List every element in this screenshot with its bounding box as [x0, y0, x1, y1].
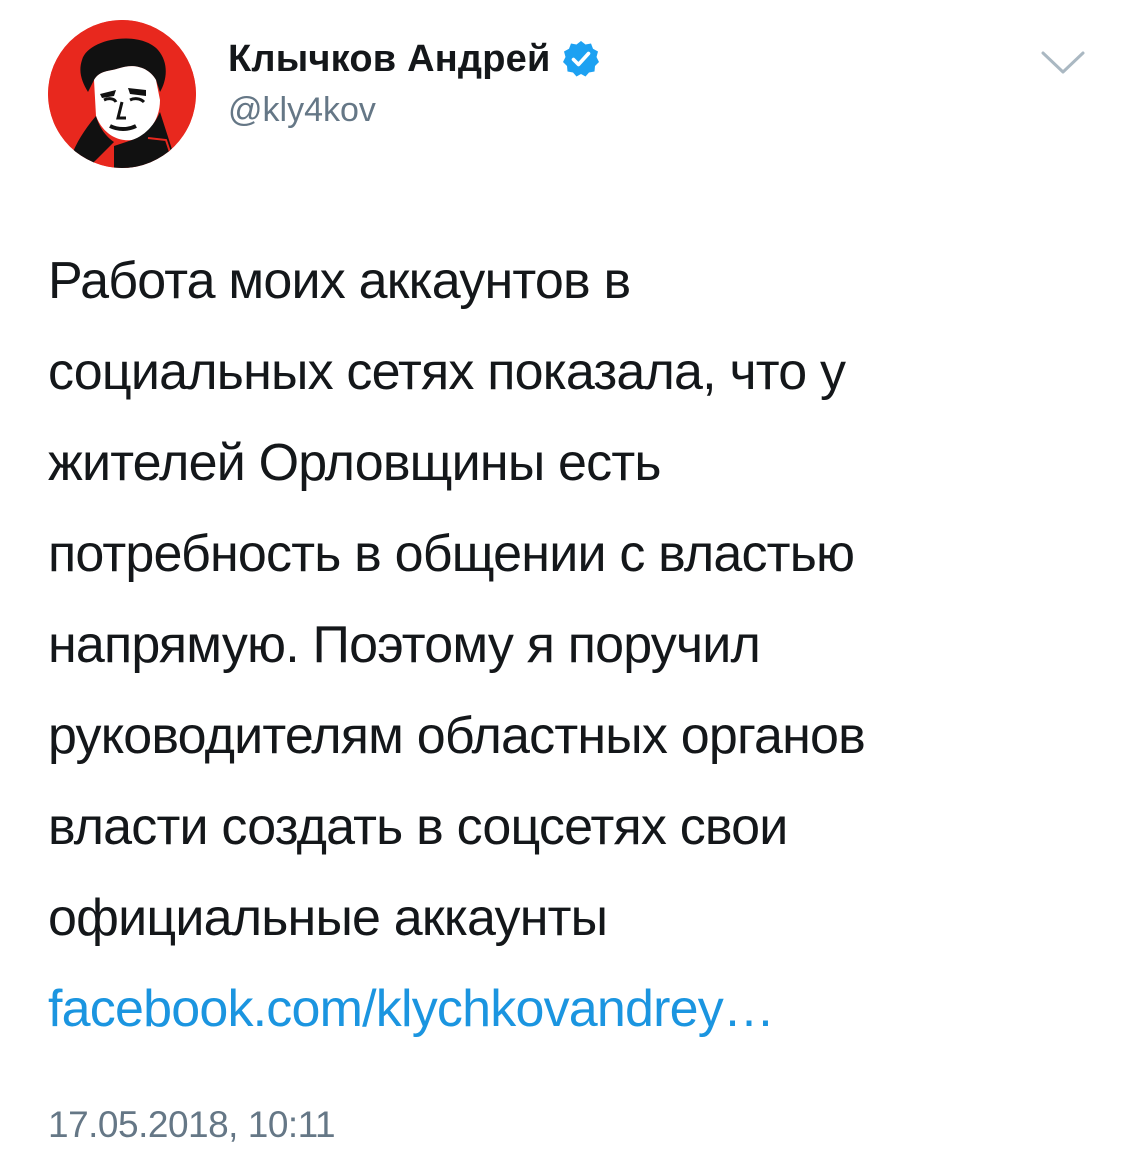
author-row: Клычков Андрей	[228, 34, 601, 84]
tweet-text-line: напрямую. Поэтому я поручил	[48, 616, 761, 674]
tweet-text-line: Работа моих аккаунтов в	[48, 252, 631, 310]
tweet-card: Клычков Андрей @kly4kov Работа моих акка…	[0, 0, 1125, 1157]
chevron-down-icon[interactable]	[1040, 50, 1086, 76]
tweet-text-line: руководителям областных органов	[48, 707, 866, 765]
display-name[interactable]: Клычков Андрей	[228, 38, 551, 81]
tweet-text-line: социальных сетях показала, что у	[48, 343, 846, 401]
tweet-text-line: потребность в общении с властью	[48, 525, 855, 583]
avatar[interactable]	[48, 20, 196, 168]
author-handle[interactable]: @kly4kov	[228, 91, 376, 130]
tweet-text-line: официальные аккаунты	[48, 889, 608, 947]
tweet-text-line: власти создать в соцсетях свои	[48, 798, 788, 856]
tweet-text-line: жителей Орловщины есть	[48, 434, 661, 492]
tweet-timestamp[interactable]: 17.05.2018, 10:11	[48, 1104, 336, 1146]
facebook-link[interactable]: facebook.com/klychkovandrey…	[48, 964, 1088, 1055]
tweet-text: Работа моих аккаунтов в социальных сетях…	[48, 236, 1088, 1055]
portrait-avatar-icon	[48, 20, 196, 168]
verified-badge-icon	[561, 39, 601, 79]
